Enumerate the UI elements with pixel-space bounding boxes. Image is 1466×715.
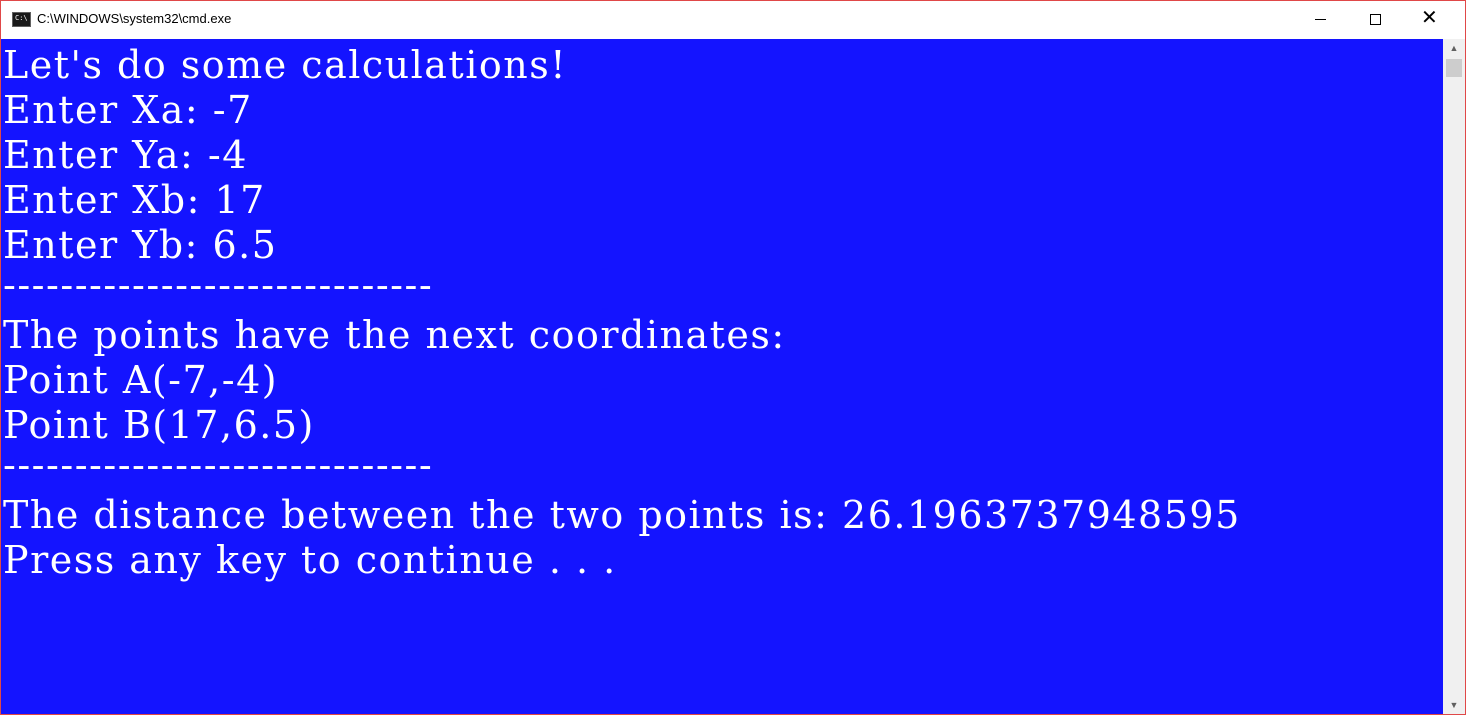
cmd-window: double xA = double.Parse(Console.ReadLin… [0,0,1466,715]
console-line: Enter Yb: 6.5 [3,223,278,267]
maximize-icon [1370,14,1381,25]
console-line: Enter Xb: 17 [3,178,266,222]
console-line: The points have the next coordinates: [3,313,786,357]
minimize-button[interactable] [1297,1,1343,37]
separator-line: ------------------------------ [3,443,434,487]
scroll-thumb[interactable] [1446,59,1462,77]
minimize-icon [1315,19,1326,20]
scroll-up-arrow-icon[interactable]: ▲ [1443,39,1465,57]
console-line: Enter Ya: -4 [3,133,248,177]
title-bar[interactable]: C:\ C:\WINDOWS\system32\cmd.exe ✕ [1,1,1465,39]
console-line: Point B(17,6.5) [3,403,315,447]
vertical-scrollbar[interactable]: ▲ ▼ [1443,39,1465,714]
separator-line: ------------------------------ [3,263,434,307]
console-line: Press any key to continue . . . [3,538,617,582]
console-line: The distance between the two points is: … [3,493,1241,537]
console-line: Let's do some calculations! [3,43,567,87]
cmd-icon-text: C:\ [15,14,28,22]
maximize-button[interactable] [1352,1,1398,37]
close-icon: ✕ [1421,7,1438,29]
console-line: Enter Xa: -7 [3,88,253,132]
console-output[interactable]: Let's do some calculations! Enter Xa: -7… [1,39,1443,714]
scroll-down-arrow-icon[interactable]: ▼ [1443,696,1465,714]
cmd-icon: C:\ [12,12,31,27]
console-line: Point A(-7,-4) [3,358,279,402]
window-title: C:\WINDOWS\system32\cmd.exe [37,11,232,26]
close-button[interactable]: ✕ [1405,1,1451,37]
